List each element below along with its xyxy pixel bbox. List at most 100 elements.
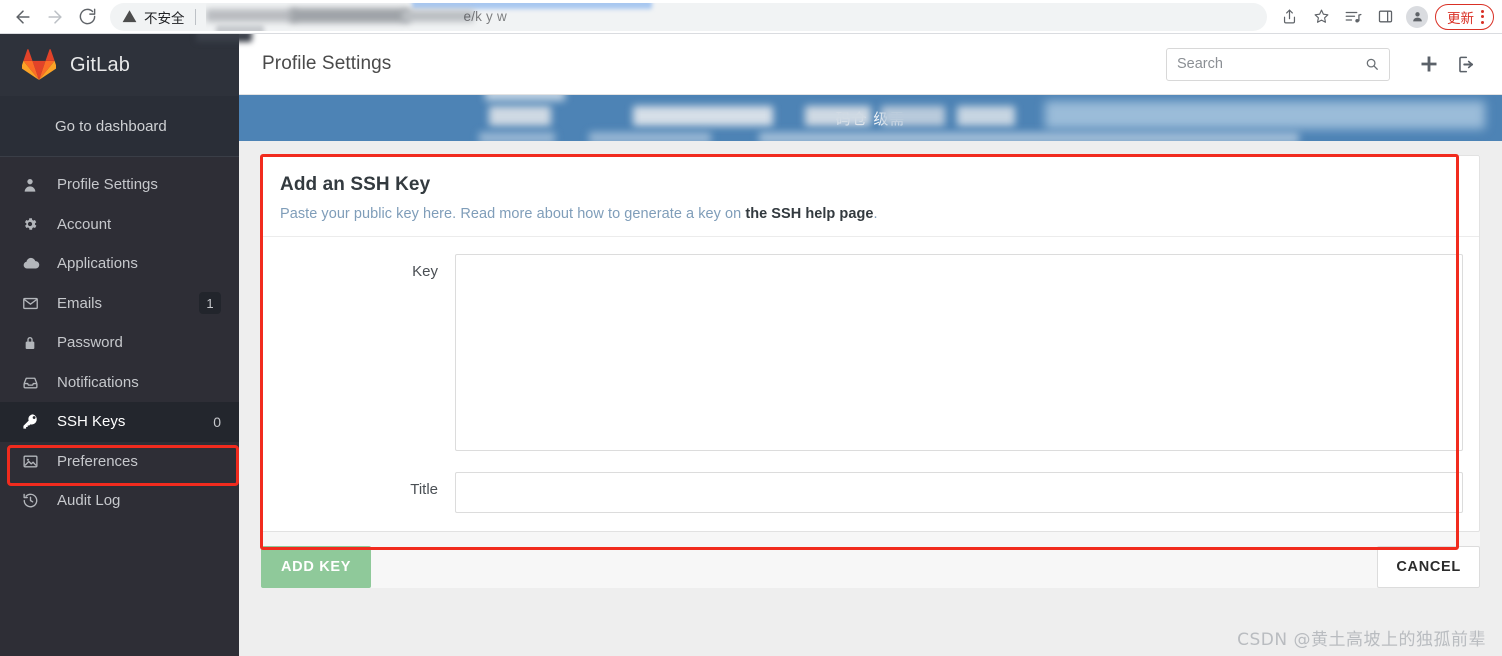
magnifier-icon[interactable] [1365, 57, 1379, 71]
banner-redaction-1 [489, 106, 551, 126]
sidebar-item-preferences[interactable]: Preferences [0, 442, 239, 482]
banner-redaction-7 [485, 95, 565, 101]
gitlab-tanuki-logo [22, 49, 56, 81]
banner-redaction-2 [633, 106, 773, 126]
sidebar-item-audit-log[interactable]: Audit Log [0, 481, 239, 521]
address-bar[interactable]: 不安全 e/k y w [110, 2, 1267, 31]
sign-out-icon[interactable] [1450, 49, 1480, 79]
sidebar-item-notifications[interactable]: Notifications [0, 363, 239, 403]
update-label: 更新 [1447, 10, 1474, 27]
form-actions: ADD KEY CANCEL [261, 532, 1480, 588]
ssh-key-form-area: Add an SSH Key Paste your public key her… [239, 141, 1502, 656]
brand-name: GitLab [70, 53, 131, 76]
sidebar-item-label: Preferences [57, 452, 138, 470]
cancel-button[interactable]: CANCEL [1377, 546, 1480, 588]
browser-nav-buttons [0, 2, 102, 32]
title-field-control [455, 472, 1479, 513]
share-icon[interactable] [1275, 3, 1303, 31]
not-secure-label: 不安全 [144, 10, 185, 27]
sidebar-item-label: Account [57, 215, 112, 233]
sidebar-item-account[interactable]: Account [0, 205, 239, 245]
forward-arrow-icon[interactable] [40, 2, 70, 32]
emails-count-badge: 1 [199, 292, 221, 315]
side-panel-icon[interactable] [1371, 3, 1399, 31]
panel-body: Key Title [262, 236, 1479, 531]
sidebar-item-applications[interactable]: Applications [0, 244, 239, 284]
reading-list-icon[interactable] [1339, 3, 1367, 31]
banner-redaction-10 [759, 132, 1299, 141]
sidebar-item-label: Profile Settings [57, 176, 158, 194]
key-field-row: Key [262, 254, 1479, 456]
sidebar-item-ssh-keys[interactable]: SSH Keys 0 [0, 402, 239, 442]
envelope-icon [22, 295, 46, 312]
avatar [1406, 5, 1428, 28]
inbox-icon [22, 374, 46, 391]
page-header: Profile Settings Search [239, 34, 1502, 95]
url-redaction-b [289, 7, 410, 23]
history-icon [22, 492, 46, 509]
gear-icon [22, 216, 46, 232]
announcement-banner: 码仓 级需 [239, 95, 1502, 141]
search-placeholder: Search [1177, 56, 1223, 72]
update-button[interactable]: 更新 [1435, 3, 1494, 30]
panel-description-suffix: . [873, 206, 878, 222]
profile-avatar-icon[interactable] [1403, 3, 1431, 31]
go-to-dashboard[interactable]: Go to dashboard [0, 96, 239, 157]
plus-icon[interactable] [1414, 49, 1444, 79]
banner-redaction-3 [805, 106, 871, 126]
ssh-help-page-link[interactable]: the SSH help page [745, 206, 873, 222]
sidebar-item-label: SSH Keys [57, 413, 126, 431]
banner-redaction-9 [589, 132, 711, 141]
url-value: e/k y w [463, 9, 507, 24]
sidebar-item-label: Applications [57, 255, 138, 273]
sidebar-item-password[interactable]: Password [0, 323, 239, 363]
gitlab-sidebar: GitLab Go to dashboard Profile Settings … [0, 34, 239, 656]
brand-header[interactable]: GitLab [0, 34, 239, 96]
page-title: Profile Settings [262, 53, 392, 74]
image-icon [22, 453, 46, 470]
panel-title: Add an SSH Key [280, 174, 431, 195]
title-field-row: Title [262, 472, 1479, 513]
ssh-keys-count: 0 [213, 413, 221, 430]
banner-redaction-8 [479, 132, 555, 141]
browser-toolbar: 不安全 e/k y w 更新 [0, 0, 1502, 34]
add-ssh-key-panel: Add an SSH Key Paste your public key her… [261, 155, 1480, 532]
key-field-label: Key [412, 263, 438, 280]
csdn-watermark: CSDN @黄土高坡上的独孤前辈 [1237, 630, 1486, 650]
add-key-button[interactable]: ADD KEY [261, 546, 372, 588]
sidebar-item-label: Audit Log [57, 492, 121, 510]
browser-toolbar-actions: 更新 [1275, 3, 1502, 31]
title-input[interactable] [455, 472, 1463, 513]
star-icon[interactable] [1307, 3, 1335, 31]
banner-redaction-5 [957, 106, 1015, 126]
panel-description-prefix: Paste your public key here. Read more ab… [280, 206, 746, 222]
banner-redaction-6 [1045, 101, 1485, 129]
url-redaction-d [215, 24, 264, 31]
sidebar-item-profile-settings[interactable]: Profile Settings [0, 165, 239, 205]
kebab-menu-icon[interactable] [1478, 9, 1487, 24]
banner-redaction-4 [881, 106, 945, 126]
user-icon [22, 177, 46, 193]
not-secure-warning-icon [122, 9, 137, 24]
sidebar-nav: Profile Settings Account Applications Em… [0, 157, 239, 521]
main-content: Profile Settings Search 码仓 级需 [239, 34, 1502, 656]
panel-description: Paste your public key here. Read more ab… [280, 206, 1461, 222]
url-redaction-a [205, 8, 296, 22]
url-text-field[interactable]: e/k y w [205, 2, 1256, 31]
lock-icon [22, 335, 46, 351]
sidebar-item-label: Notifications [57, 373, 139, 391]
reload-icon[interactable] [72, 2, 102, 32]
key-icon [22, 413, 46, 430]
key-field-control [455, 254, 1479, 456]
key-textarea[interactable] [455, 254, 1463, 451]
panel-header: Add an SSH Key Paste your public key her… [262, 156, 1479, 236]
sidebar-item-emails[interactable]: Emails 1 [0, 284, 239, 324]
go-to-dashboard-label: Go to dashboard [55, 117, 167, 135]
cloud-icon [22, 255, 46, 273]
url-redaction-selection [411, 2, 652, 9]
back-arrow-icon[interactable] [8, 2, 38, 32]
omnibox-divider [194, 8, 196, 25]
search-input[interactable]: Search [1166, 47, 1390, 81]
title-field-label: Title [410, 481, 438, 498]
sidebar-item-label: Emails [57, 294, 103, 312]
